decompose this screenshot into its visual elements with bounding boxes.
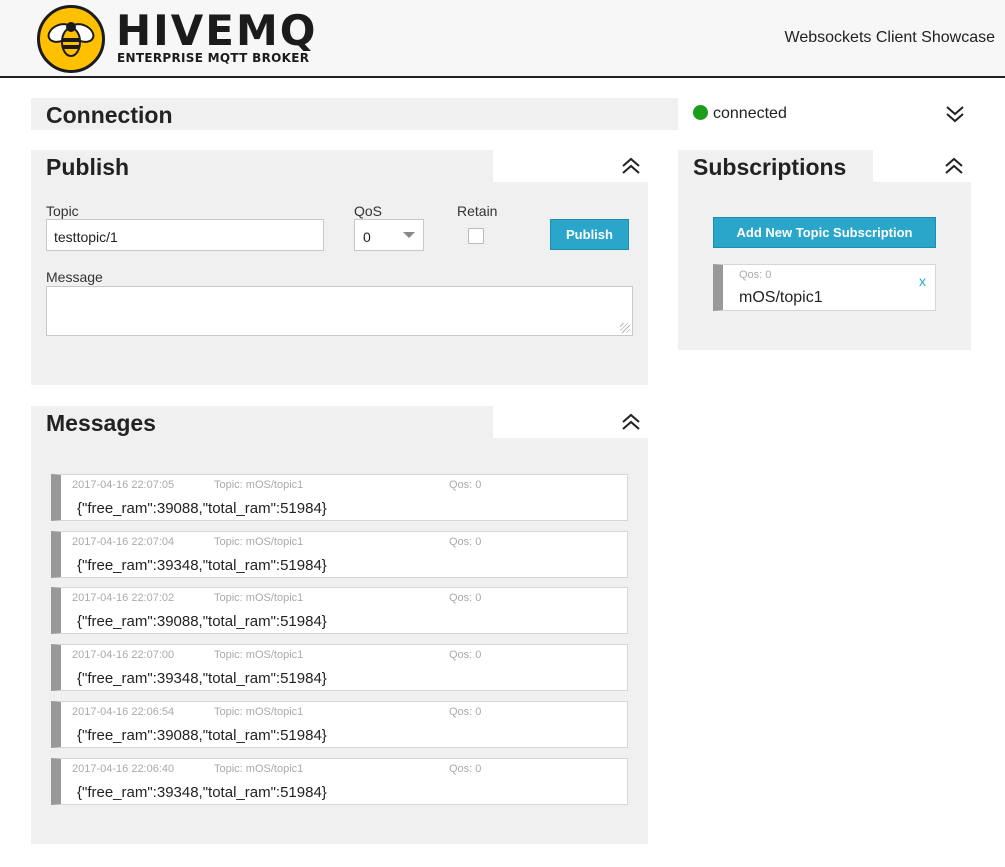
message-payload: {"free_ram":39348,"total_ram":51984}: [77, 670, 327, 687]
message-payload: {"free_ram":39088,"total_ram":51984}: [77, 500, 327, 517]
qos-select-value: 0: [363, 229, 371, 245]
message-topic: Topic: mOS/topic1: [214, 479, 304, 491]
connection-status: connected: [693, 105, 787, 123]
message-item[interactable]: 2017-04-16 22:07:04 Topic: mOS/topic1 Qo…: [51, 531, 628, 578]
collapse-chevron-icon[interactable]: [620, 155, 642, 177]
subscription-qos: Qos: 0: [739, 269, 772, 281]
dropdown-caret-icon: [403, 232, 415, 238]
resize-grip-icon[interactable]: [620, 323, 630, 333]
message-topic: Topic: mOS/topic1: [214, 536, 304, 548]
messages-title: Messages: [46, 410, 156, 436]
page-title: Websockets Client Showcase: [784, 29, 995, 46]
collapse-chevron-icon[interactable]: [620, 411, 642, 433]
message-timestamp: 2017-04-16 22:07:04: [72, 536, 175, 548]
hivemq-logo-icon: [37, 5, 105, 73]
message-topic: Topic: mOS/topic1: [214, 649, 304, 661]
retain-checkbox[interactable]: [468, 228, 484, 244]
message-qos: Qos: 0: [449, 592, 482, 604]
message-qos: Qos: 0: [449, 536, 482, 548]
qos-label: QoS: [354, 203, 383, 219]
connection-title: Connection: [46, 102, 173, 128]
message-payload: {"free_ram":39348,"total_ram":51984}: [77, 784, 327, 801]
message-payload: {"free_ram":39348,"total_ram":51984}: [77, 557, 327, 574]
connection-panel[interactable]: Connection: [31, 98, 678, 130]
message-timestamp: 2017-04-16 22:06:40: [72, 763, 175, 775]
expand-chevron-icon[interactable]: [944, 103, 966, 125]
message-qos: Qos: 0: [449, 649, 482, 661]
subscriptions-title: Subscriptions: [693, 154, 847, 180]
add-subscription-button[interactable]: Add New Topic Subscription: [713, 217, 936, 248]
message-item[interactable]: 2017-04-16 22:07:05 Topic: mOS/topic1 Qo…: [51, 474, 628, 521]
message-payload: {"free_ram":39088,"total_ram":51984}: [77, 727, 327, 744]
message-payload: {"free_ram":39088,"total_ram":51984}: [77, 613, 327, 630]
message-label: Message: [46, 269, 103, 285]
publish-title: Publish: [46, 154, 130, 180]
message-timestamp: 2017-04-16 22:07:02: [72, 592, 175, 604]
message-item[interactable]: 2017-04-16 22:07:00 Topic: mOS/topic1 Qo…: [51, 644, 628, 691]
subscriptions-panel: Subscriptions Add New Topic Subscription…: [678, 150, 971, 350]
retain-label: Retain: [457, 203, 498, 219]
logo-wordmark: HIVEMQ: [116, 6, 318, 55]
message-item[interactable]: 2017-04-16 22:06:54 Topic: mOS/topic1 Qo…: [51, 701, 628, 748]
message-topic: Topic: mOS/topic1: [214, 763, 304, 775]
message-timestamp: 2017-04-16 22:07:00: [72, 649, 175, 661]
status-dot-icon: [693, 105, 708, 120]
logo-subtitle: ENTERPRISE MQTT BROKER: [117, 51, 310, 65]
subscription-topic: mOS/topic1: [739, 289, 823, 306]
topic-label: Topic: [46, 203, 79, 219]
qos-select[interactable]: 0: [354, 219, 424, 251]
publish-button[interactable]: Publish: [550, 219, 629, 250]
message-timestamp: 2017-04-16 22:07:05: [72, 479, 175, 491]
app-header: HIVEMQ ENTERPRISE MQTT BROKER Websockets…: [0, 0, 1005, 78]
message-qos: Qos: 0: [449, 479, 482, 491]
message-timestamp: 2017-04-16 22:06:54: [72, 706, 175, 718]
publish-panel: Publish Topic testtopic/1 QoS 0 Retain P…: [31, 150, 648, 385]
message-qos: Qos: 0: [449, 706, 482, 718]
message-textarea[interactable]: [46, 286, 633, 336]
message-item[interactable]: 2017-04-16 22:07:02 Topic: mOS/topic1 Qo…: [51, 587, 628, 634]
topic-input[interactable]: testtopic/1: [46, 219, 324, 251]
remove-subscription-button[interactable]: x: [919, 273, 926, 289]
subscription-item[interactable]: Qos: 0 mOS/topic1 x: [713, 264, 936, 311]
connection-status-text: connected: [713, 105, 787, 122]
messages-panel: Messages 2017-04-16 22:07:05 Topic: mOS/…: [31, 406, 648, 844]
message-qos: Qos: 0: [449, 763, 482, 775]
collapse-chevron-icon[interactable]: [943, 155, 965, 177]
message-topic: Topic: mOS/topic1: [214, 592, 304, 604]
message-item[interactable]: 2017-04-16 22:06:40 Topic: mOS/topic1 Qo…: [51, 758, 628, 805]
message-topic: Topic: mOS/topic1: [214, 706, 304, 718]
